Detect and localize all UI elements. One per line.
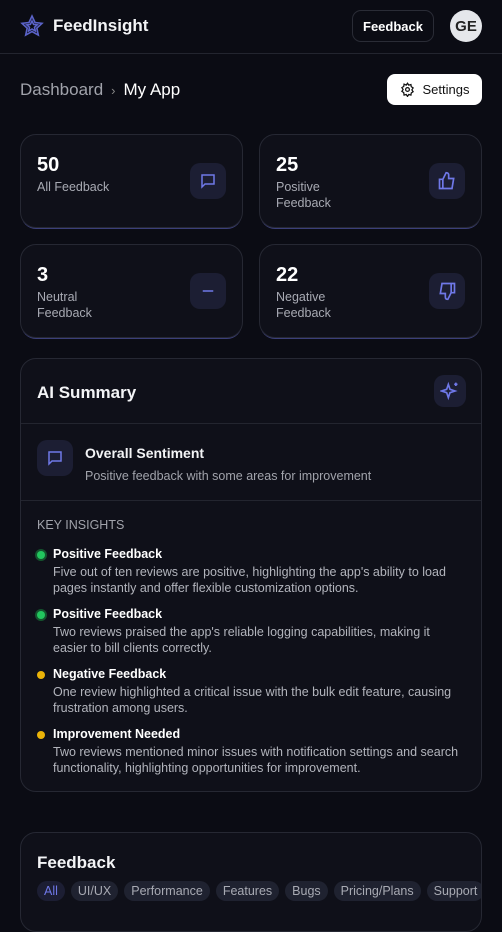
breadcrumb: Dashboard › My App: [20, 80, 180, 100]
insight-text: Five out of ten reviews are positive, hi…: [53, 565, 446, 595]
stat-label: Positive Feedback: [276, 180, 331, 210]
stat-value: 22: [276, 264, 299, 286]
thumbs-down-icon: [429, 273, 465, 309]
message-icon: [190, 163, 226, 199]
stat-label: All Feedback: [37, 180, 110, 194]
status-dot: [37, 731, 45, 739]
divider: [21, 500, 481, 501]
filter-performance[interactable]: Performance: [124, 881, 210, 901]
filter-bugs[interactable]: Bugs: [285, 881, 328, 901]
ai-summary-card: AI Summary Overall Sentiment Positive fe…: [20, 358, 482, 792]
star-logo-icon: [20, 14, 44, 37]
sentiment-title: Overall Sentiment: [85, 445, 205, 461]
filter-pricing-plans[interactable]: Pricing/Plans: [333, 881, 421, 901]
status-dot: [37, 551, 45, 559]
feedback-button[interactable]: Feedback: [352, 10, 434, 42]
feedback-title: Feedback: [37, 853, 116, 872]
chevron-right-icon: ›: [111, 82, 116, 98]
ai-summary-title: AI Summary: [37, 383, 137, 402]
top-header: FeedInsight Feedback GE: [0, 0, 502, 54]
insight-title: Positive Feedback: [53, 607, 163, 621]
filter-ui-ux[interactable]: UI/UX: [70, 881, 119, 901]
minus-icon: [190, 273, 226, 309]
insight-title: Improvement Needed: [53, 727, 181, 741]
insight-text: One review highlighted a critical issue …: [53, 685, 452, 715]
stat-value: 3: [37, 264, 49, 286]
sparkles-icon[interactable]: [434, 375, 466, 407]
settings-label: Settings: [422, 82, 470, 97]
filter-all[interactable]: All: [37, 881, 65, 901]
thumbs-up-icon: [429, 163, 465, 199]
key-insights-label: KEY INSIGHTS: [37, 518, 125, 532]
brand-name: FeedInsight: [53, 16, 149, 35]
status-dot: [37, 671, 45, 679]
settings-button[interactable]: Settings: [387, 74, 482, 105]
stat-label: Neutral Feedback: [37, 290, 92, 320]
stat-card-positive[interactable]: 25 Positive Feedback: [259, 134, 482, 228]
status-dot: [37, 611, 45, 619]
filter-support[interactable]: Support: [426, 881, 481, 901]
sentiment-text: Positive feedback with some areas for im…: [85, 469, 372, 483]
filter-features[interactable]: Features: [215, 881, 280, 901]
divider: [21, 423, 481, 424]
stat-label: Negative Feedback: [276, 290, 331, 320]
insight-title: Negative Feedback: [53, 667, 167, 681]
stat-card-neutral[interactable]: 3 Neutral Feedback: [20, 244, 243, 338]
gear-icon: [400, 82, 414, 97]
breadcrumb-dashboard[interactable]: Dashboard: [20, 80, 103, 100]
feedback-card: Feedback All UI/UX Performance Features …: [20, 832, 482, 932]
stat-value: 25: [276, 154, 299, 176]
message-icon: [37, 440, 73, 476]
insight-title: Positive Feedback: [53, 547, 163, 561]
insight-text: Two reviews mentioned minor issues with …: [53, 745, 459, 775]
stat-value: 50: [37, 154, 60, 176]
insight-text: Two reviews praised the app's reliable l…: [53, 625, 430, 655]
stat-card-negative[interactable]: 22 Negative Feedback: [259, 244, 482, 338]
stat-card-all[interactable]: 50 All Feedback: [20, 134, 243, 228]
breadcrumb-current: My App: [123, 80, 181, 99]
filter-chips: All UI/UX Performance Features Bugs Pric…: [37, 881, 481, 901]
avatar[interactable]: GE: [450, 10, 482, 42]
